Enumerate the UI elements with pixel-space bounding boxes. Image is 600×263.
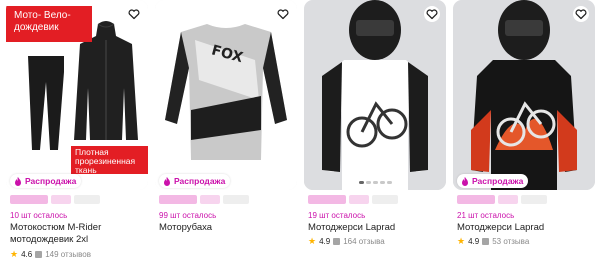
sale-badge-label: Распродажа [174, 176, 226, 186]
rating: ★ 4.9 53 отзыва [457, 236, 529, 247]
rating-value: 4.9 [319, 237, 331, 246]
stock-left: 21 шт осталось [457, 211, 515, 220]
product-title[interactable]: Мотокостюм M-Rider мотодождевик 2xl [10, 222, 146, 246]
stock-left: 99 шт осталось [159, 211, 217, 220]
rating-value: 4.6 [21, 250, 33, 259]
heart-icon [126, 6, 142, 22]
favorite-button[interactable] [275, 6, 291, 22]
sale-badge: Распродажа [457, 174, 529, 188]
heart-icon [275, 6, 291, 22]
product-image[interactable]: Распродажа [453, 0, 595, 190]
comment-icon [482, 238, 490, 245]
star-icon: ★ [457, 236, 466, 246]
product-card[interactable]: 19 шт осталось Мотоджерси Laprad ★ 4.9 1… [304, 0, 446, 263]
sale-badge-label: Распродажа [472, 176, 524, 186]
image-pager [304, 181, 446, 185]
sale-badge-label: Распродажа [25, 176, 77, 186]
star-icon: ★ [10, 249, 19, 259]
heart-icon [424, 6, 440, 22]
favorite-button[interactable] [573, 6, 589, 22]
product-image[interactable] [304, 0, 446, 190]
product-card[interactable]: Распродажа 21 шт осталось Мотоджерси Lap… [453, 0, 595, 263]
product-title[interactable]: Моторубаха [159, 222, 295, 234]
fire-icon [164, 176, 170, 186]
fire-icon [462, 176, 468, 186]
feature-note: Плотная прорезиненная ткань [71, 146, 148, 175]
stock-left: 19 шт осталось [308, 211, 366, 220]
product-image[interactable]: FOX Распродажа [155, 0, 297, 190]
product-card[interactable]: Мото- Вело- дождевик Плотная прорезиненн… [6, 0, 148, 263]
product-title[interactable]: Мотоджерси Laprad [457, 222, 593, 234]
stock-left: 10 шт осталось [10, 211, 68, 220]
sale-badge: Распродажа [10, 174, 82, 188]
reviews-count[interactable]: 164 отзыва [343, 237, 385, 246]
price-block [159, 195, 257, 206]
product-photo: FOX [155, 0, 297, 190]
comment-icon [333, 238, 341, 245]
product-grid: Мото- Вело- дождевик Плотная прорезиненн… [0, 0, 600, 263]
price-block [10, 195, 108, 206]
product-card[interactable]: FOX Распродажа 99 шт осталось Моторубаха [155, 0, 297, 263]
price-block [457, 195, 555, 206]
rating: ★ 4.9 164 отзыва [308, 236, 385, 247]
price-block [308, 195, 406, 206]
product-photo [453, 0, 595, 190]
product-photo [304, 0, 446, 190]
rating-value: 4.9 [468, 237, 480, 246]
sale-badge: Распродажа [159, 174, 231, 188]
reviews-count[interactable]: 149 отзывов [45, 250, 91, 259]
fire-icon [15, 176, 21, 186]
star-icon: ★ [308, 236, 317, 246]
heart-icon [573, 6, 589, 22]
favorite-button[interactable] [424, 6, 440, 22]
promo-ribbon: Мото- Вело- дождевик [6, 6, 92, 42]
rating: ★ 4.6 149 отзывов [10, 249, 91, 260]
comment-icon [35, 251, 43, 258]
reviews-count[interactable]: 53 отзыва [492, 237, 529, 246]
favorite-button[interactable] [126, 6, 142, 22]
product-title[interactable]: Мотоджерси Laprad [308, 222, 444, 234]
product-image[interactable]: Мото- Вело- дождевик Плотная прорезиненн… [6, 0, 148, 190]
